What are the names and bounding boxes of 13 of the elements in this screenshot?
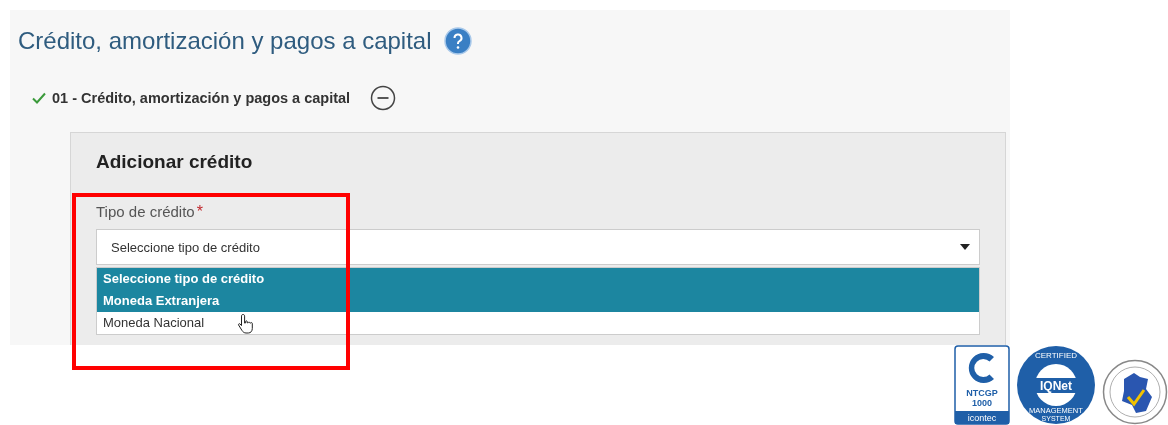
dropdown-option[interactable]: Moneda Nacional xyxy=(97,312,979,334)
panel-title: Adicionar crédito xyxy=(96,151,254,173)
dropdown-option[interactable]: Moneda Extranjera xyxy=(97,290,979,312)
credit-type-dropdown[interactable]: Seleccione tipo de crédito xyxy=(96,229,980,265)
dropdown-option[interactable]: Seleccione tipo de crédito xyxy=(97,268,979,290)
required-mark: * xyxy=(196,203,203,221)
field-label: Tipo de crédito xyxy=(96,203,195,221)
collapse-icon[interactable] xyxy=(370,85,397,111)
page-title: Crédito, amortización y pagos a capital xyxy=(18,27,432,55)
caret-icon xyxy=(960,244,970,250)
section-heading: 01 - Crédito, amortización y pagos a capital xyxy=(52,90,351,106)
help-icon[interactable] xyxy=(443,27,472,55)
certification-logo: NTCGP 1000 icontec xyxy=(954,345,1010,425)
